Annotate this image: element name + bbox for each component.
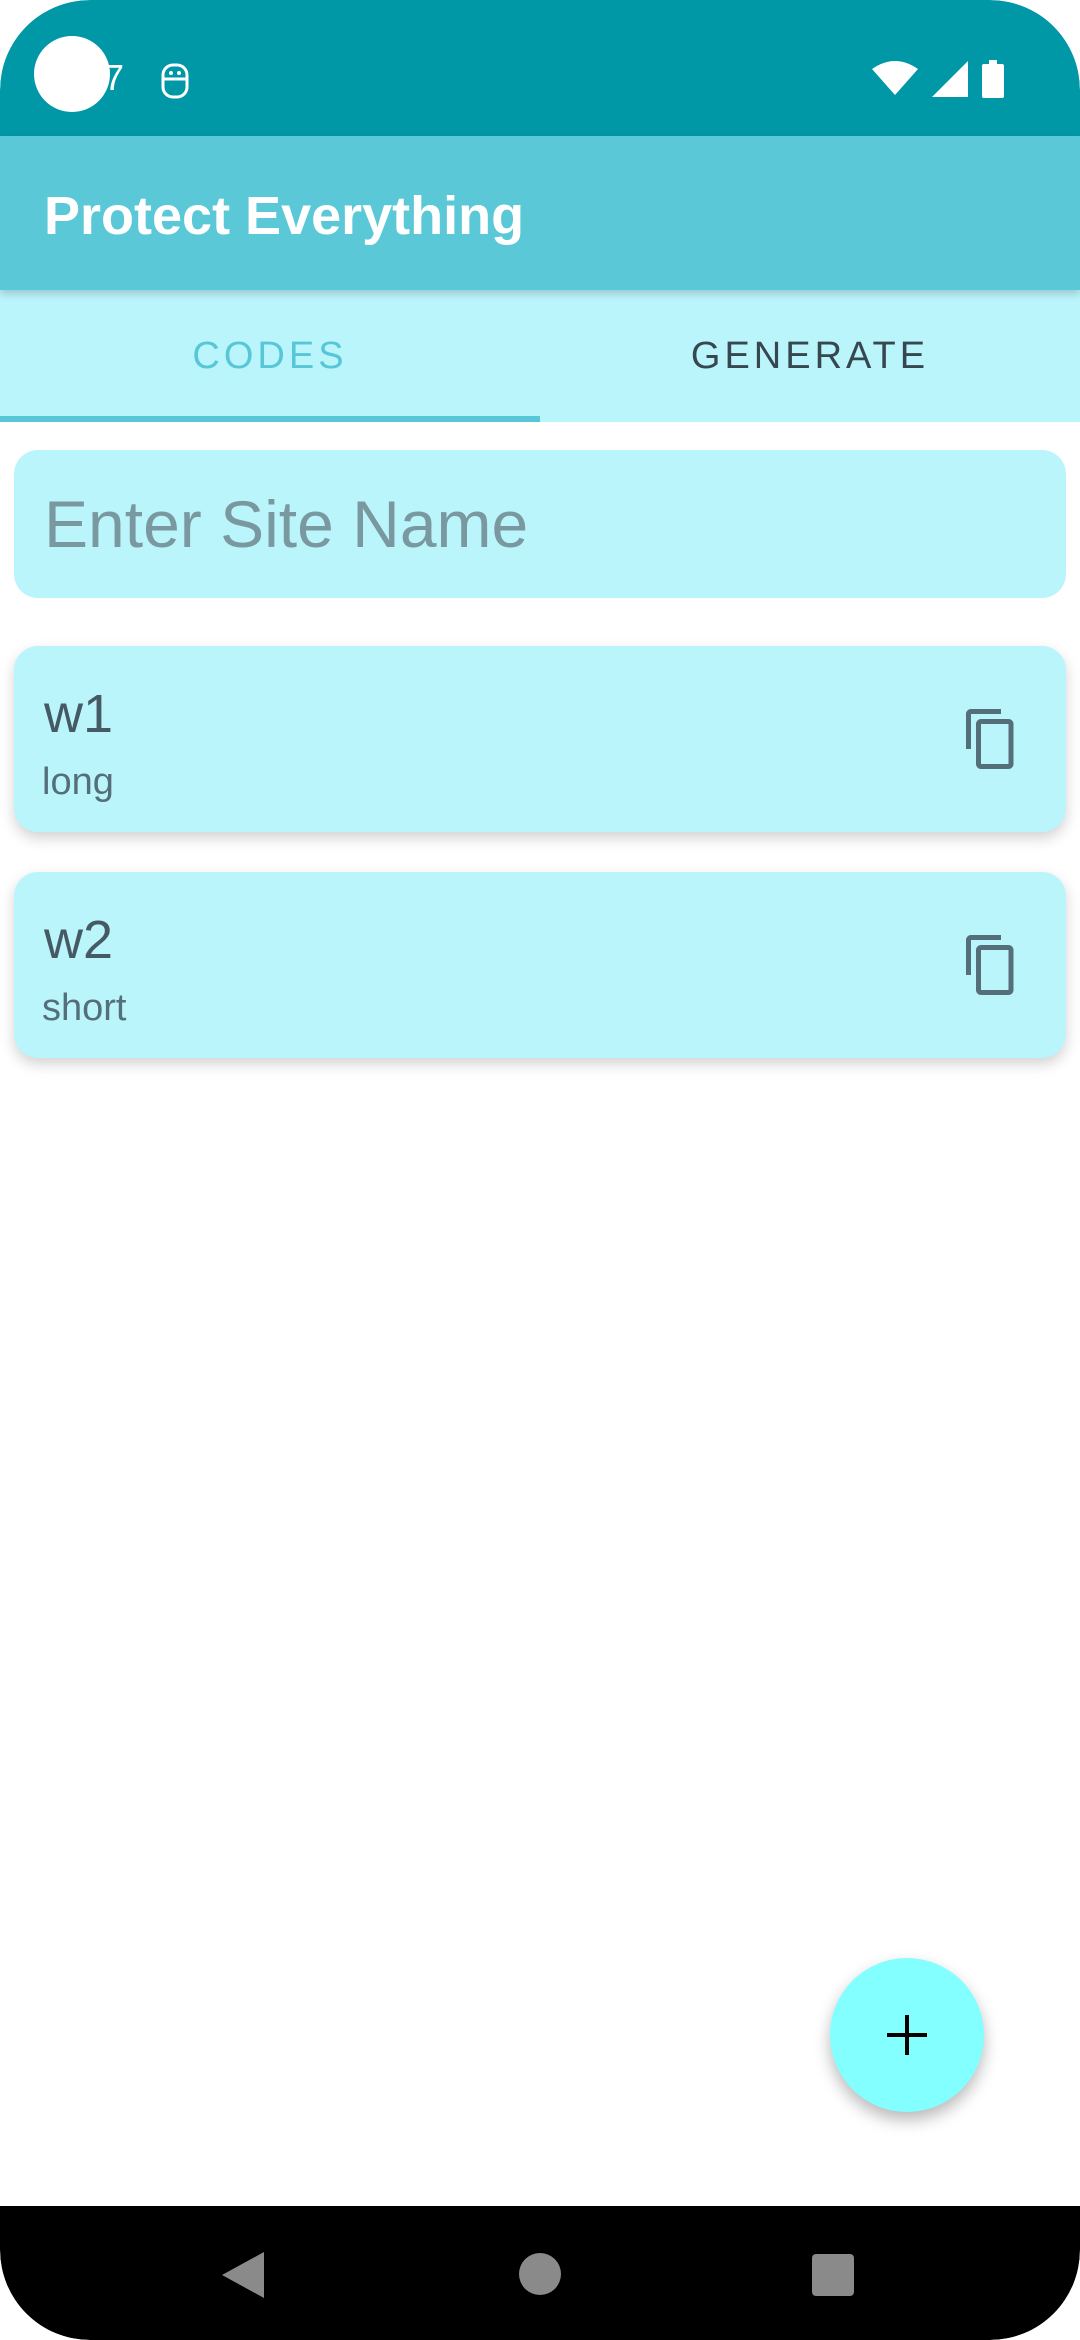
list-item[interactable]: w2 short [14,872,1066,1058]
tab-bar: CODES GENERATE [0,290,1080,422]
back-icon [222,2252,264,2298]
notification-icon [161,63,189,99]
status-bar: 7 [0,0,1080,136]
tab-codes[interactable]: CODES [0,290,540,422]
copy-button[interactable] [954,928,1028,1002]
status-icons [872,60,1004,98]
app-title: Protect Everything [44,186,525,246]
recents-button[interactable] [812,2254,854,2301]
tab-generate-label: GENERATE [690,334,930,377]
copy-icon [966,935,1014,995]
add-button[interactable] [830,1958,984,2112]
entry-name: w1 [44,684,114,744]
copy-icon [966,709,1014,769]
home-icon [519,2253,561,2295]
navigation-bar [0,2206,1080,2340]
entry-type: short [42,987,127,1029]
wifi-icon [872,61,918,95]
phone-screen: 7 Protect Everything CODES GENERATE Ente… [0,0,1080,2340]
copy-button[interactable] [954,702,1028,776]
app-bar: Protect Everything [0,136,1080,290]
status-time: 7 [104,57,125,98]
tab-codes-label: CODES [192,334,348,377]
list-item[interactable]: w1 long [14,646,1066,832]
plus-icon [887,2015,927,2055]
back-button[interactable] [220,2250,266,2305]
tab-indicator [0,416,540,422]
site-name-input[interactable] [14,450,1066,598]
camera-cutout [34,36,110,112]
signal-icon [932,61,968,97]
entry-name: w2 [44,910,114,970]
entry-type: long [42,761,114,803]
tab-generate[interactable]: GENERATE [540,290,1080,422]
battery-icon [982,60,1004,98]
recents-icon [812,2254,854,2296]
home-button[interactable] [518,2252,562,2301]
